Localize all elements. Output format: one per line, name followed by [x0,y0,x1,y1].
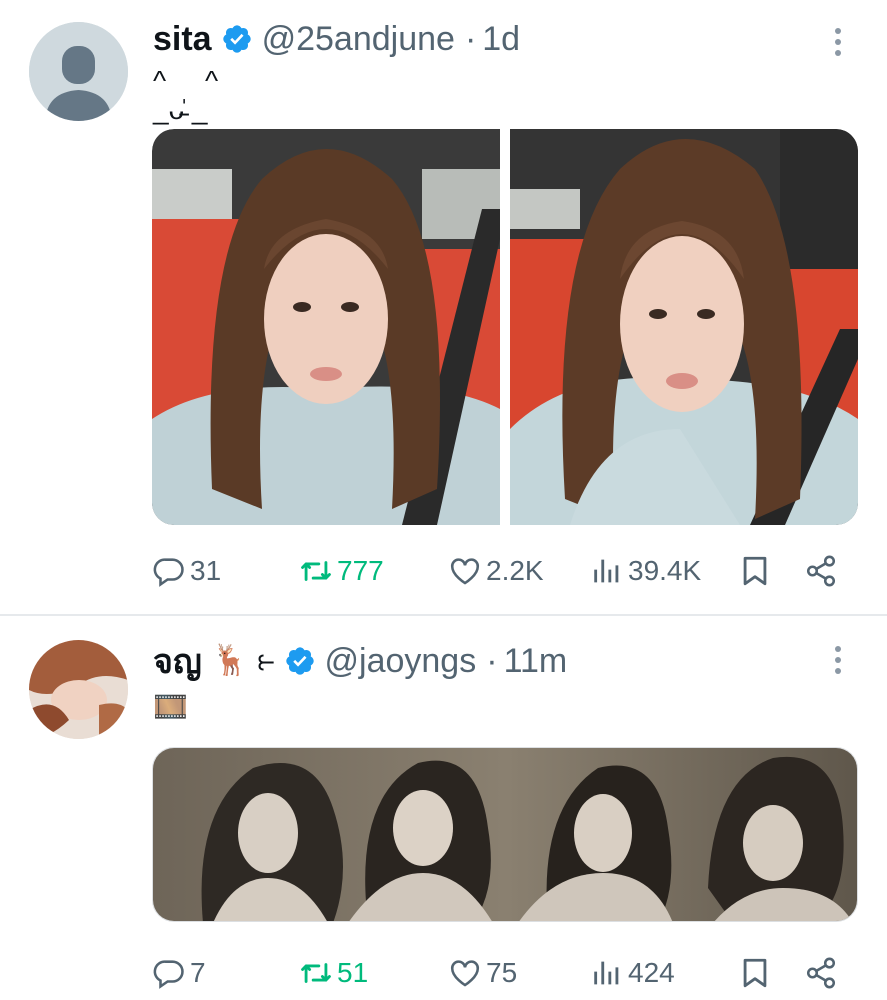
retweet-count: 51 [337,957,369,988]
reply-count: 31 [190,555,222,586]
share-icon [806,555,836,587]
like-icon [450,960,480,987]
display-name[interactable]: sita [153,20,212,59]
share-button[interactable] [804,554,838,588]
reply-icon [153,558,184,587]
views-icon [594,559,619,583]
tweet-text: 🎞️ [153,691,188,722]
tweet[interactable]: จญ 🦌 ⥼ @jaoyngs · 11m 🎞️ 7 51 75 424 [0,616,887,1000]
views-count: 424 [628,957,675,988]
tweet-actions: 31 777 2.2K 39.4K [152,548,840,594]
reply-count: 7 [190,957,206,988]
more-icon[interactable] [833,646,843,674]
display-name[interactable]: จญ [153,634,202,688]
views-count: 39.4K [628,555,702,586]
like-count: 75 [486,957,518,988]
share-button[interactable] [804,956,838,990]
default-avatar-icon [29,22,128,121]
more-icon[interactable] [833,28,843,56]
tweet-media[interactable] [152,129,858,525]
bookmark-button[interactable] [738,554,772,588]
timestamp[interactable]: 11m [504,642,568,681]
reply-button[interactable]: 31 [152,554,221,588]
photo-strip-image [153,748,857,921]
bookmark-icon [743,556,767,586]
retweet-count: 777 [337,555,384,586]
reply-icon [153,960,184,989]
retweet-icon [301,963,331,983]
retweet-icon [301,561,331,581]
avatar[interactable] [29,640,128,739]
photo-selfie-2[interactable] [510,129,858,525]
separator-dot: · [486,641,498,680]
like-count: 2.2K [486,555,544,586]
views-button[interactable]: 39.4K [590,554,701,588]
name-emoji: 🦌 ⥼ [211,644,275,677]
avatar-default[interactable] [29,22,128,121]
tweet-header: จญ 🦌 ⥼ @jaoyngs · 11m [153,638,567,684]
reply-button[interactable]: 7 [152,956,206,990]
avatar-image [29,640,128,739]
bookmark-icon [743,958,767,988]
photo-selfie-1[interactable] [152,129,500,525]
like-button[interactable]: 2.2K [448,554,544,588]
views-button[interactable]: 424 [590,956,675,990]
photo-image [510,129,858,525]
tweet[interactable]: sita @25andjune · 1d ^ ^ _ᴗ̵̍ _ 31 777 2… [0,0,887,614]
share-icon [806,957,836,989]
tweet-media[interactable] [152,747,858,922]
tweet-actions: 7 51 75 424 [152,950,840,996]
verified-icon [285,647,314,675]
tweet-header: sita @25andjune · 1d [153,16,520,62]
photo-image [152,129,500,525]
views-icon [594,961,619,985]
like-icon [450,558,480,585]
handle[interactable]: @25andjune [262,20,455,59]
tweet-text: ^ ^ _ᴗ̵̍ _ [153,65,219,126]
bookmark-button[interactable] [738,956,772,990]
retweet-button[interactable]: 777 [299,554,384,588]
verified-icon [222,25,251,53]
retweet-button[interactable]: 51 [299,956,368,990]
separator-dot: · [464,19,477,58]
handle[interactable]: @jaoyngs [325,642,477,681]
like-button[interactable]: 75 [448,956,517,990]
timestamp[interactable]: 1d [482,20,520,59]
